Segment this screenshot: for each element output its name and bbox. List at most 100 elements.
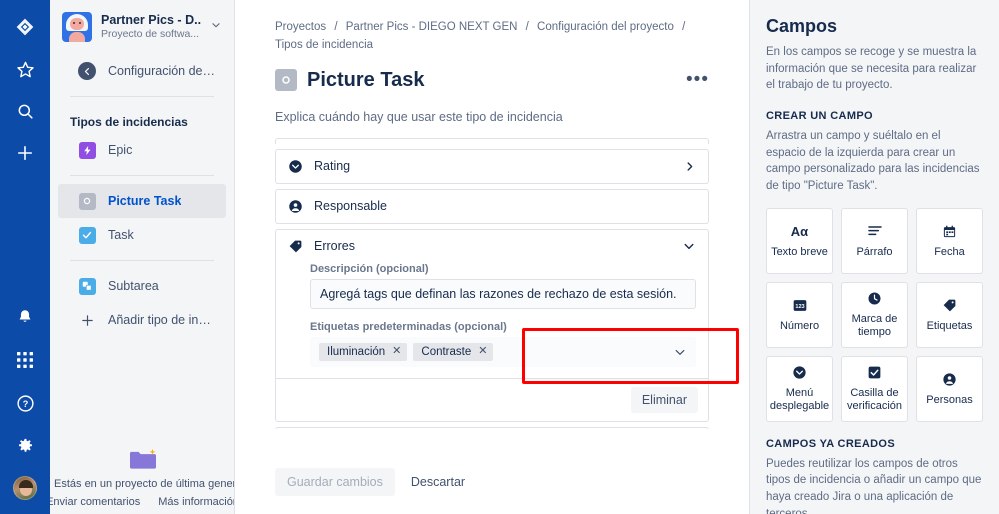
field-header[interactable]: Rating [276, 150, 708, 183]
number-123-icon: 123 [792, 297, 808, 314]
breadcrumb-separator: / [682, 21, 686, 33]
field-card-prioritario-por[interactable]: Prioritario por [275, 426, 709, 429]
paragraph-lines-icon [867, 223, 883, 240]
project-names: Partner Pics - D... Proyecto de softwa..… [101, 13, 201, 42]
help-text: Explica cuándo hay que usar este tipo de… [275, 109, 563, 124]
form-action-bar: Guardar cambios Descartar [275, 468, 475, 496]
description-input[interactable]: Agregá tags que definan las razones de r… [310, 278, 696, 309]
jira-logo-icon[interactable] [12, 14, 38, 40]
field-tile-label: Menú desplegable [769, 387, 830, 413]
breadcrumb-item-proyectos[interactable]: Proyectos [275, 21, 326, 33]
sidebar-footer-text: Estás en un proyecto de última generació… [54, 478, 235, 490]
sidebar-item-label: Añadir tipo de incide... [108, 313, 216, 327]
field-tile-etiquetas[interactable]: Etiquetas [916, 281, 983, 348]
field-header[interactable]: Prioritario por [276, 428, 708, 429]
breadcrumb-item-project[interactable]: Partner Pics - DIEGO NEXT GEN [346, 21, 518, 33]
help-question-icon[interactable]: ? [12, 390, 38, 416]
app-root: ? Partner Pics - D... Proyecto de softwa… [0, 0, 999, 514]
tag-chip-label: Iluminación [327, 345, 386, 358]
sidebar-item-add-issue-type[interactable]: Añadir tipo de incide... [58, 303, 226, 337]
fields-panel: Campos En los campos se recoge y se mues… [749, 0, 999, 514]
project-avatar [62, 12, 92, 42]
dropdown-circle-icon [792, 364, 807, 381]
sidebar-item-label: Picture Task [108, 194, 182, 208]
tag-chip-label: Contraste [421, 345, 472, 358]
field-tile-label: Etiquetas [926, 319, 973, 332]
sidebar-item-label: Task [108, 228, 134, 242]
plus-icon [78, 313, 96, 328]
field-card-errores[interactable]: Errores Descripción (opcional) Agregá ta… [275, 228, 709, 422]
sidebar-item-task[interactable]: Task [58, 218, 226, 252]
breadcrumb-item-issue-types[interactable]: Tipos de incidencia [275, 39, 373, 51]
sidebar-item-subtarea[interactable]: Subtarea [58, 269, 226, 303]
sidebar-item-picture-task[interactable]: Picture Task [58, 184, 226, 218]
tag-chip[interactable]: Contraste ✕ [413, 342, 494, 361]
chevron-right-icon[interactable] [683, 160, 696, 173]
fields-panel-title: Campos [766, 16, 838, 36]
plus-icon[interactable] [12, 140, 38, 166]
notifications-bell-icon[interactable] [12, 304, 38, 330]
global-navigation-rail: ? [0, 0, 50, 514]
field-card-responsable[interactable]: Responsable [275, 188, 709, 224]
breadcrumb-separator: / [334, 21, 338, 33]
fields-panel-description: En los campos se recoge y se muestra la … [766, 46, 977, 92]
sidebar-divider-1 [70, 96, 214, 97]
sidebar-item-project-settings[interactable]: Configuración del pr... [58, 54, 226, 88]
more-info-link[interactable]: Más información [158, 496, 234, 508]
field-tile-numero[interactable]: 123 Número [766, 281, 833, 348]
search-icon[interactable] [12, 98, 38, 124]
chevron-down-icon [210, 18, 226, 36]
back-arrow-icon [78, 62, 96, 80]
more-options-button[interactable]: ••• [680, 70, 715, 89]
picture-task-icon [275, 69, 297, 92]
field-tile-fecha[interactable]: Fecha [916, 207, 983, 274]
create-field-heading: CREAR UN CAMPO [766, 110, 873, 123]
chevron-down-icon[interactable] [682, 239, 696, 253]
close-icon[interactable]: ✕ [478, 346, 487, 357]
field-tile-label: Personas [926, 393, 973, 406]
checkbox-icon [867, 364, 882, 381]
field-tile-label: Texto breve [771, 245, 828, 258]
field-type-grid: Aα Texto breve Párrafo Fecha 123 Número … [766, 207, 983, 422]
field-tile-texto-breve[interactable]: Aα Texto breve [766, 207, 833, 274]
user-avatar[interactable] [13, 476, 37, 500]
sidebar-item-epic[interactable]: Epic [58, 133, 226, 167]
fields-list: Rating Responsable Errores Descripción (… [275, 137, 709, 429]
dropdown-circle-icon [288, 159, 304, 174]
field-tile-parrafo[interactable]: Párrafo [841, 207, 908, 274]
default-tags-select[interactable]: Iluminación ✕ Contraste ✕ [310, 336, 696, 367]
default-tags-label: Etiquetas predeterminadas (opcional) [310, 320, 507, 333]
settings-gear-icon[interactable] [12, 433, 38, 459]
delete-field-button[interactable]: Eliminar [630, 386, 698, 413]
labels-tag-icon [288, 239, 304, 254]
app-switcher-grid-icon[interactable] [12, 347, 38, 373]
field-card-partial-top [275, 137, 709, 144]
star-icon[interactable] [12, 56, 38, 82]
close-icon[interactable]: ✕ [392, 346, 401, 357]
person-circle-icon [288, 199, 304, 214]
sidebar-footer: Estás en un proyecto de última generació… [50, 448, 235, 514]
field-card-rating[interactable]: Rating [275, 148, 709, 184]
field-tile-menu-desplegable[interactable]: Menú desplegable [766, 355, 833, 422]
page-title: Picture Task [307, 68, 425, 91]
project-switcher[interactable]: Partner Pics - D... Proyecto de softwa..… [50, 0, 234, 52]
short-text-aa-icon: Aα [790, 223, 809, 239]
field-tile-personas[interactable]: Personas [916, 355, 983, 422]
chevron-down-icon[interactable] [673, 345, 687, 359]
field-header[interactable]: Responsable [276, 190, 708, 223]
field-tile-marca-de-tiempo[interactable]: Marca de tiempo [841, 281, 908, 348]
project-sidebar: Partner Pics - D... Proyecto de softwa..… [50, 0, 235, 514]
global-nav-top-group [12, 0, 38, 166]
labels-tag-icon [942, 297, 957, 314]
tag-chip[interactable]: Iluminación ✕ [319, 342, 408, 361]
save-changes-button[interactable]: Guardar cambios [275, 468, 395, 496]
existing-fields-body: Puedes reutilizar los campos de otros ti… [766, 457, 982, 514]
field-header[interactable]: Errores [276, 230, 708, 263]
send-feedback-link[interactable]: Enviar comentarios [50, 496, 140, 508]
field-tile-label: Casilla de verificación [846, 387, 903, 413]
person-circle-icon [942, 371, 957, 388]
field-tile-casilla-de-verificacion[interactable]: Casilla de verificación [841, 355, 908, 422]
discard-button[interactable]: Descartar [401, 468, 475, 496]
breadcrumb-item-project-settings[interactable]: Configuración del proyecto [537, 21, 674, 33]
field-name: Responsable [314, 199, 387, 214]
